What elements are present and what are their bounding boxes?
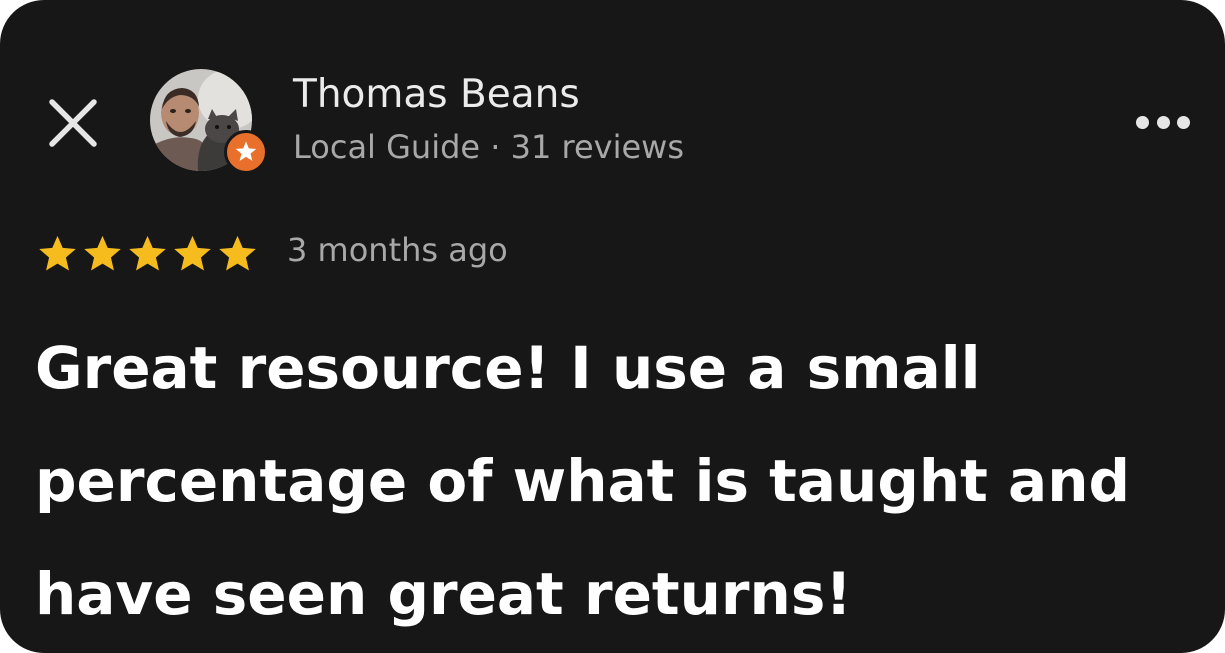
more-horizontal-icon: [1136, 115, 1149, 129]
more-horizontal-icon: [1156, 115, 1170, 129]
review-card: Thomas Beans Local Guide · 31 reviews 3 …: [0, 0, 1225, 653]
author-meta: Local Guide · 31 reviews: [293, 128, 684, 166]
star-icon: [129, 235, 166, 270]
review-date: 3 months ago: [287, 231, 508, 269]
close-button[interactable]: [42, 92, 104, 154]
more-options-button[interactable]: [1128, 100, 1198, 144]
review-text: Great resource! I use a small percentage…: [35, 334, 1131, 628]
author-name[interactable]: Thomas Beans: [293, 72, 580, 117]
more-horizontal-icon: [1177, 115, 1190, 129]
close-icon: [49, 99, 97, 147]
local-guide-badge: [224, 130, 268, 174]
star-icon: [84, 235, 121, 270]
star-icon: [39, 235, 76, 270]
local-guide-star-icon: [235, 141, 257, 161]
star-rating: [36, 232, 261, 276]
star-icon: [174, 235, 211, 270]
star-icon: [219, 235, 256, 270]
